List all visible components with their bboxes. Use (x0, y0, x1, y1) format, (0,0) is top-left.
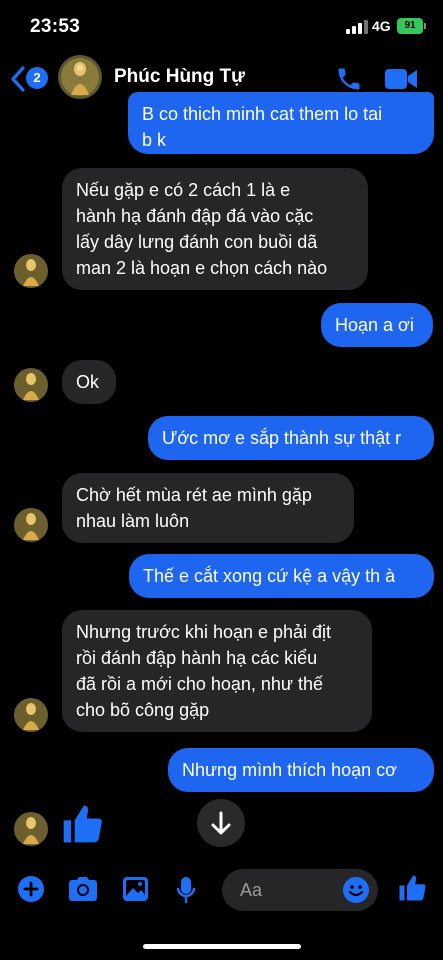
plus-icon[interactable] (18, 876, 44, 902)
emoji-icon[interactable] (343, 877, 369, 903)
message-bubble-outgoing[interactable]: B co thich minh cat them lo tai b k (128, 92, 434, 154)
message-bubble-incoming[interactable]: Nhưng trước khi hoạn e phải địt rồi đánh… (62, 610, 372, 732)
like-thumb-icon[interactable] (397, 873, 427, 903)
contact-avatar (14, 698, 48, 732)
message-input[interactable]: Aa (222, 869, 378, 911)
signal-strength-icon (346, 20, 368, 34)
message-bubble-outgoing[interactable]: Nhưng mình thích hoạn cơ (168, 748, 434, 792)
clock: 23:53 (30, 16, 81, 37)
video-camera-icon[interactable] (384, 67, 418, 91)
like-thumb-icon[interactable] (60, 802, 104, 846)
home-indicator (143, 944, 301, 949)
message-bubble-incoming[interactable]: Chờ hết mùa rét ae mình gặp nhau làm luô… (62, 473, 354, 543)
message-bubble-outgoing[interactable]: Hoạn a ơi (321, 303, 433, 347)
back-button[interactable]: 2 (10, 66, 50, 92)
status-bar: 23:53 4G 91 (0, 0, 443, 52)
contact-avatar (14, 508, 48, 542)
scroll-down-arrow-icon (211, 811, 231, 835)
composer-bar: Aa (0, 864, 443, 924)
message-bubble-outgoing[interactable]: Thế e cắt xong cứ kệ a vậy th à (129, 554, 434, 598)
network-type: 4G (372, 18, 391, 34)
message-list[interactable]: B co thich minh cat them lo tai b k Nếu … (0, 92, 443, 864)
battery-icon: 91 (397, 18, 426, 34)
unread-count-badge: 2 (26, 67, 48, 89)
camera-icon[interactable] (67, 876, 99, 902)
phone-icon[interactable] (335, 65, 363, 93)
contact-avatar (14, 812, 48, 846)
scroll-to-bottom-button[interactable] (197, 799, 245, 847)
back-chevron-icon (11, 66, 25, 92)
image-icon[interactable] (122, 876, 149, 902)
contact-avatar (14, 254, 48, 288)
microphone-icon[interactable] (176, 876, 196, 904)
message-bubble-incoming[interactable]: Nếu gặp e có 2 cách 1 là e hành hạ đánh … (62, 168, 368, 290)
contact-avatar (14, 368, 48, 402)
contact-avatar[interactable] (58, 55, 102, 99)
message-input-placeholder: Aa (240, 880, 263, 900)
contact-name[interactable]: Phúc Hùng Tự (114, 66, 245, 88)
message-bubble-outgoing[interactable]: Ước mơ e sắp thành sự thật r (148, 416, 434, 460)
message-bubble-incoming[interactable]: Ok (62, 360, 116, 404)
